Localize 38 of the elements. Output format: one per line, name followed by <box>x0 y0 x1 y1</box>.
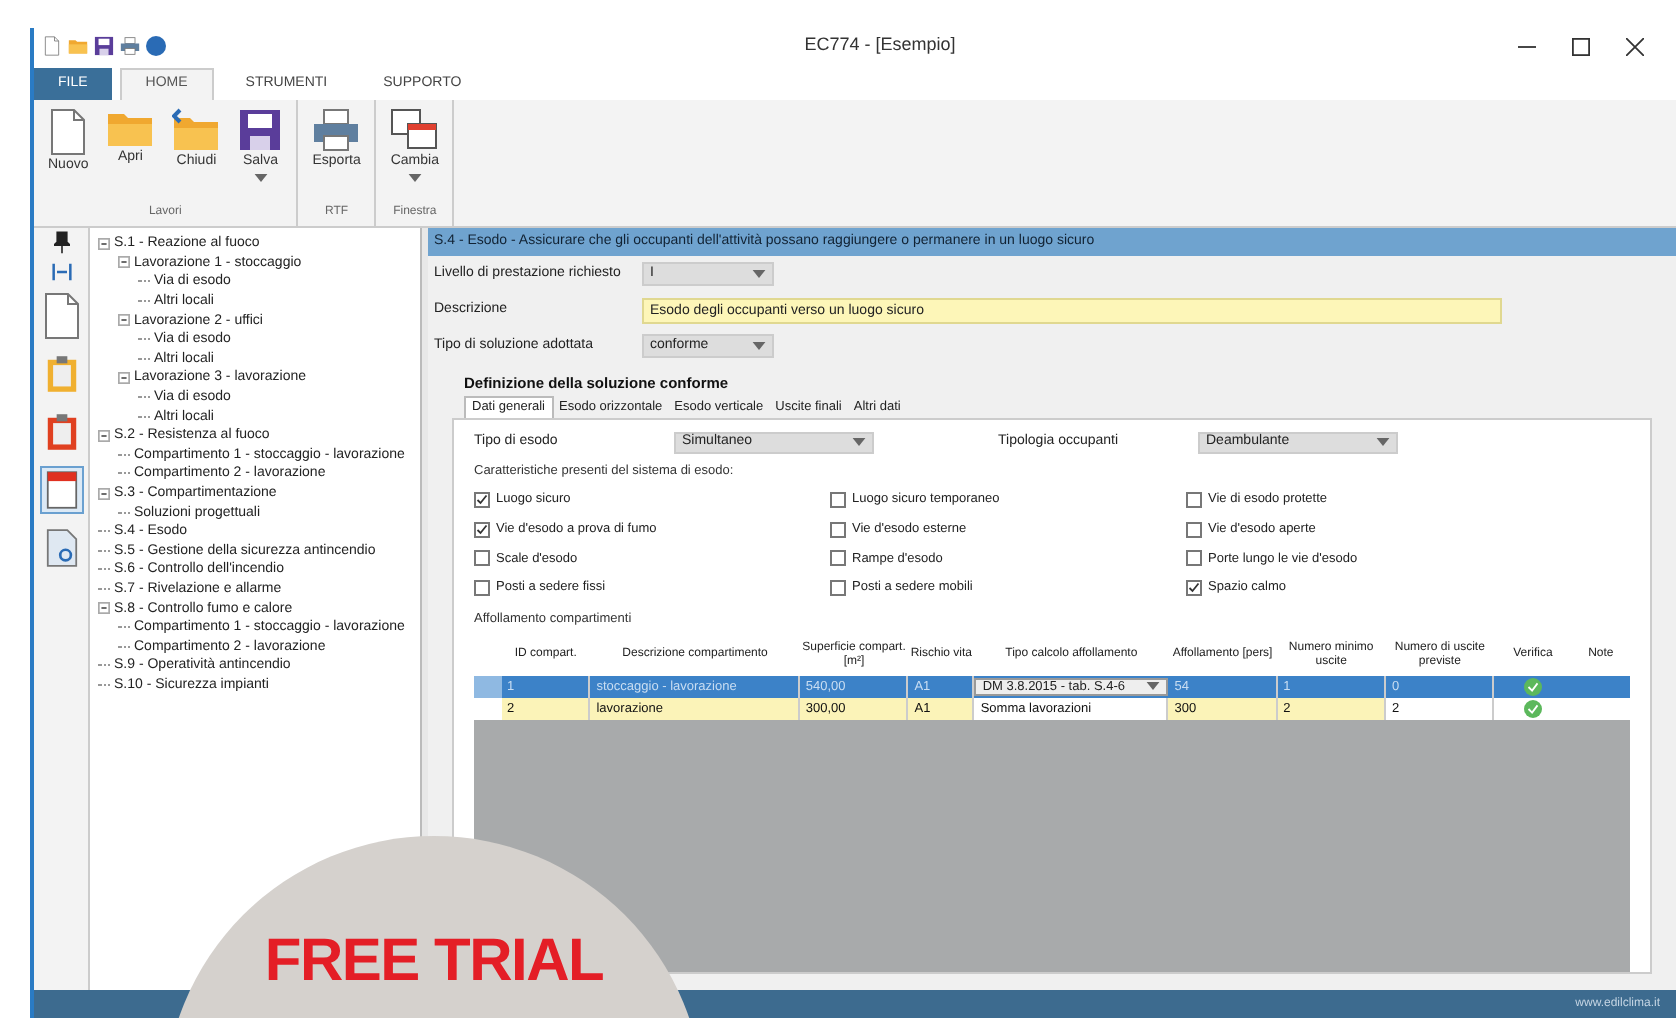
printer-icon <box>312 108 361 152</box>
collapse-icon[interactable] <box>98 487 110 500</box>
checkbox[interactable] <box>830 550 846 567</box>
collapse-icon[interactable] <box>118 371 130 384</box>
folder-icon <box>172 108 221 152</box>
collapse-icon[interactable] <box>118 256 130 269</box>
collapse-icon[interactable] <box>98 602 110 615</box>
checkbox[interactable] <box>1186 580 1202 597</box>
caret-icon <box>1146 682 1161 691</box>
collapse-icon[interactable] <box>118 314 130 327</box>
caret-icon <box>752 270 766 278</box>
help-icon[interactable] <box>146 36 166 56</box>
caret-icon <box>752 342 766 350</box>
maximize-icon[interactable] <box>1572 37 1590 55</box>
folder-icon <box>106 108 155 148</box>
page-icon <box>48 108 89 156</box>
promo-text: FREE TRIAL <box>264 932 604 996</box>
windows-icon <box>390 108 439 152</box>
collapse-icon[interactable] <box>98 237 110 250</box>
caret-icon <box>1376 438 1390 447</box>
page-icon[interactable] <box>42 36 62 56</box>
caret-icon <box>852 438 866 447</box>
printer-icon[interactable] <box>120 36 140 56</box>
checkbox[interactable] <box>474 521 490 538</box>
checkbox[interactable] <box>474 550 490 567</box>
checkbox[interactable] <box>1186 521 1202 538</box>
checkbox[interactable] <box>474 580 490 597</box>
caret-icon <box>253 173 268 181</box>
caret-icon <box>407 173 422 181</box>
checkbox[interactable] <box>830 580 846 597</box>
checkbox[interactable] <box>1186 550 1202 567</box>
checkbox[interactable] <box>830 521 846 538</box>
checkbox[interactable] <box>830 491 846 508</box>
close-icon[interactable] <box>1626 37 1644 55</box>
window-title: EC774 - [Esempio] <box>802 32 958 59</box>
checkbox[interactable] <box>474 491 490 508</box>
collapse-icon[interactable] <box>98 429 110 442</box>
checkbox[interactable] <box>1186 491 1202 508</box>
